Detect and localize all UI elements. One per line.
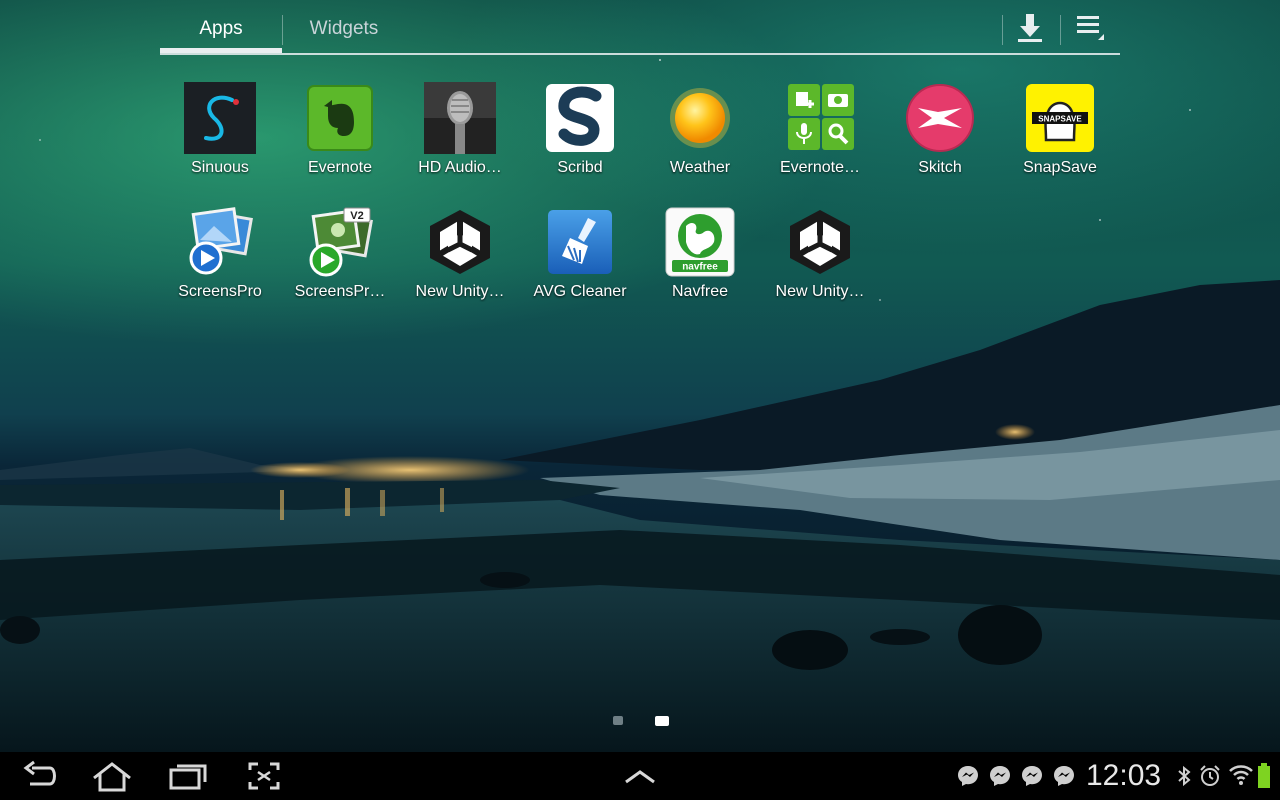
download-button[interactable] xyxy=(1004,8,1056,48)
tab-divider xyxy=(282,15,283,45)
app-label: Evernote… xyxy=(779,159,861,176)
app-hd-audio[interactable]: HD Audio… xyxy=(400,82,520,194)
unity-icon xyxy=(424,206,496,278)
app-screenspro-v2[interactable]: V2 ScreensPr… xyxy=(280,206,400,318)
navfree-icon: navfree xyxy=(664,206,736,278)
app-evernote[interactable]: Evernote xyxy=(280,82,400,194)
system-navigation-bar: 12:03 xyxy=(0,752,1280,800)
overflow-menu-button[interactable] xyxy=(1064,8,1116,48)
app-tray-up-button[interactable] xyxy=(612,760,668,794)
app-weather[interactable]: Weather xyxy=(640,82,760,194)
back-icon xyxy=(23,760,56,786)
wifi-icon xyxy=(1229,765,1253,785)
status-clock[interactable]: 12:03 xyxy=(1086,759,1161,793)
unity-icon xyxy=(784,206,856,278)
sinuous-icon xyxy=(184,82,256,154)
screenspro-v2-icon: V2 xyxy=(304,206,376,278)
app-snapsave[interactable]: SNAPSAVE SnapSave xyxy=(1000,82,1120,194)
messenger-icon[interactable] xyxy=(1020,764,1044,788)
messenger-icon[interactable] xyxy=(956,764,980,788)
tab-bar-underline xyxy=(160,53,1120,55)
evernote-icon xyxy=(304,82,376,154)
page-indicator-2-active[interactable] xyxy=(655,716,669,726)
app-avg-cleaner[interactable]: AVG Cleaner xyxy=(520,206,640,318)
app-label: New Unity… xyxy=(775,283,865,300)
skitch-icon xyxy=(904,82,976,154)
screenshot-button[interactable] xyxy=(236,760,292,794)
app-screenspro[interactable]: ScreensPro xyxy=(160,206,280,318)
app-sinuous[interactable]: Sinuous xyxy=(160,82,280,194)
battery-icon xyxy=(1258,763,1270,788)
recent-apps-button[interactable] xyxy=(160,760,216,794)
download-icon xyxy=(1018,14,1042,42)
app-label: Sinuous xyxy=(191,159,249,176)
evernote-widget-icon xyxy=(784,82,856,154)
up-arrow-icon xyxy=(625,770,655,784)
app-label: HD Audio… xyxy=(418,159,502,176)
app-new-unity[interactable]: New Unity… xyxy=(400,206,520,318)
screenspro-icon xyxy=(184,206,256,278)
home-icon xyxy=(93,762,131,792)
app-label: Weather xyxy=(669,159,731,176)
page-indicator-1[interactable] xyxy=(613,716,623,725)
tab-widgets[interactable]: Widgets xyxy=(284,0,404,54)
snapsave-icon: SNAPSAVE xyxy=(1024,82,1096,154)
alarm-icon xyxy=(1200,765,1220,786)
app-label: ScreensPr… xyxy=(294,283,386,300)
app-label: Skitch xyxy=(918,159,962,176)
bluetooth-icon xyxy=(1178,765,1191,787)
app-drawer-tab-bar: Apps Widgets xyxy=(160,0,1120,56)
app-label: ScreensPro xyxy=(178,283,262,300)
overflow-menu-icon xyxy=(1077,16,1104,40)
messenger-icon[interactable] xyxy=(988,764,1012,788)
app-navfree[interactable]: navfree Navfree xyxy=(640,206,760,318)
app-evernote-widget[interactable]: Evernote… xyxy=(760,82,880,194)
app-new-unity[interactable]: New Unity… xyxy=(760,206,880,318)
app-scribd[interactable]: Scribd xyxy=(520,82,640,194)
sun-icon xyxy=(664,82,736,154)
app-label: Scribd xyxy=(557,159,603,176)
app-skitch[interactable]: Skitch xyxy=(880,82,1000,194)
microphone-icon xyxy=(424,82,496,154)
navfree-badge: navfree xyxy=(682,262,718,273)
app-label: SnapSave xyxy=(1023,159,1097,176)
app-label: New Unity… xyxy=(415,283,505,300)
messenger-icon[interactable] xyxy=(1052,764,1076,788)
avg-cleaner-icon xyxy=(544,206,616,278)
toolbar-divider xyxy=(1060,15,1061,45)
version-badge: V2 xyxy=(350,210,363,222)
app-label: AVG Cleaner xyxy=(533,283,627,300)
tab-apps[interactable]: Apps xyxy=(160,0,282,54)
scribd-icon xyxy=(544,82,616,154)
screenshot-icon xyxy=(248,762,280,790)
snapsave-badge-text: SNAPSAVE xyxy=(1038,115,1082,124)
toolbar-divider xyxy=(1002,15,1003,45)
recent-apps-icon xyxy=(169,764,207,790)
back-button[interactable] xyxy=(12,760,68,794)
home-button[interactable] xyxy=(84,760,140,794)
app-label: Evernote xyxy=(307,159,373,176)
app-label: Navfree xyxy=(671,283,729,300)
